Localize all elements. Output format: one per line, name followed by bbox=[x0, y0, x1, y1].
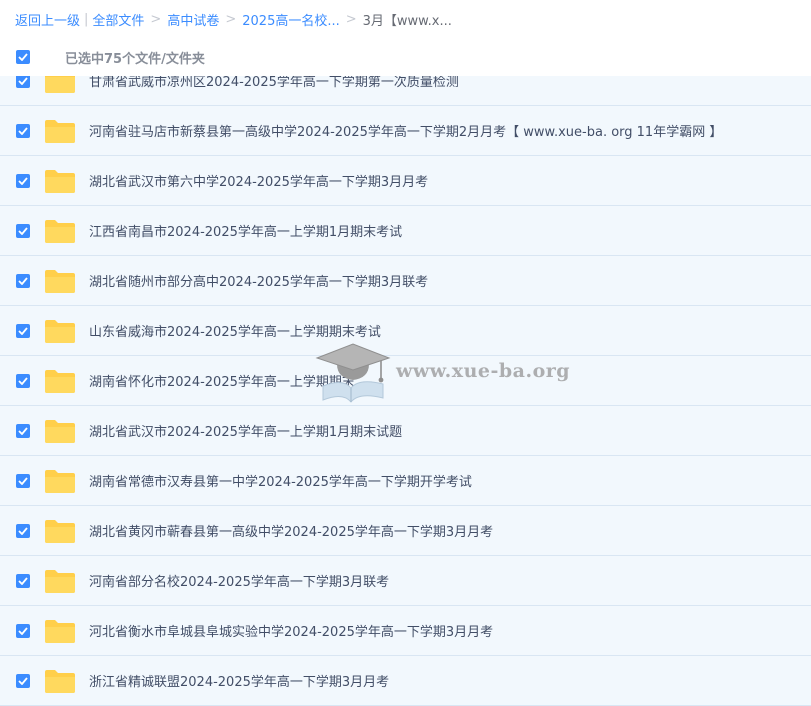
file-name[interactable]: 河北省衡水市阜城县阜城实验中学2024-2025学年高一下学期3月月考 bbox=[89, 621, 493, 640]
file-name[interactable]: 江西省南昌市2024-2025学年高一上学期1月期末考试 bbox=[89, 221, 402, 240]
checkbox-checked-icon bbox=[18, 476, 28, 485]
file-row[interactable]: 湖北省武汉市第六中学2024-2025学年高一下学期3月月考 bbox=[0, 156, 811, 206]
file-row[interactable]: 湖南省常德市汉寿县第一中学2024-2025学年高一下学期开学考试 bbox=[0, 456, 811, 506]
select-all-checkbox[interactable] bbox=[16, 50, 30, 64]
checkbox-checked-icon bbox=[18, 126, 28, 135]
folder-icon bbox=[45, 119, 75, 143]
breadcrumb-item-2025[interactable]: 2025高一名校... bbox=[242, 10, 339, 29]
file-name[interactable]: 湖南省怀化市2024-2025学年高一上学期期末 bbox=[89, 371, 355, 390]
all-files-link[interactable]: 全部文件 bbox=[92, 10, 144, 29]
breadcrumb-divider: | bbox=[84, 11, 89, 27]
file-name[interactable]: 湖北省武汉市2024-2025学年高一上学期1月期末试题 bbox=[89, 421, 402, 440]
file-checkbox[interactable] bbox=[16, 473, 30, 488]
file-checkbox[interactable] bbox=[16, 573, 30, 588]
checkbox-checked-icon bbox=[18, 76, 28, 85]
folder-icon bbox=[45, 619, 75, 643]
breadcrumb: 返回上一级 | 全部文件 > 高中试卷 > 2025高一名校... > 3月【w… bbox=[0, 0, 811, 38]
file-name[interactable]: 湖北省随州市部分高中2024-2025学年高一下学期3月联考 bbox=[89, 271, 428, 290]
selection-count: 已选中75个文件/文件夹 bbox=[65, 51, 205, 67]
file-name[interactable]: 浙江省精诚联盟2024-2025学年高一下学期3月月考 bbox=[89, 671, 389, 690]
file-checkbox[interactable] bbox=[16, 373, 30, 388]
chevron-right-icon: > bbox=[345, 11, 357, 27]
checkbox-checked-icon bbox=[18, 576, 28, 585]
folder-icon bbox=[45, 219, 75, 243]
folder-icon bbox=[45, 519, 75, 543]
file-row[interactable]: 浙江省精诚联盟2024-2025学年高一下学期3月月考 bbox=[0, 656, 811, 706]
file-name[interactable]: 湖南省常德市汉寿县第一中学2024-2025学年高一下学期开学考试 bbox=[89, 471, 472, 490]
chevron-right-icon: > bbox=[150, 11, 162, 27]
checkbox-checked-icon bbox=[18, 326, 28, 335]
file-row[interactable]: 湖南省怀化市2024-2025学年高一上学期期末 bbox=[0, 356, 811, 406]
file-row[interactable]: 甘肃省武威市凉州区2024-2025学年高一下学期第一次质量检测 bbox=[0, 76, 811, 106]
file-name[interactable]: 湖北省武汉市第六中学2024-2025学年高一下学期3月月考 bbox=[89, 171, 428, 190]
folder-icon bbox=[45, 419, 75, 443]
file-name[interactable]: 河南省驻马店市新蔡县第一高级中学2024-2025学年高一下学期2月月考【 ww… bbox=[89, 121, 722, 140]
folder-icon bbox=[45, 319, 75, 343]
breadcrumb-item-high-school[interactable]: 高中试卷 bbox=[167, 10, 219, 29]
file-row[interactable]: 河北省衡水市阜城县阜城实验中学2024-2025学年高一下学期3月月考 bbox=[0, 606, 811, 656]
file-name[interactable]: 甘肃省武威市凉州区2024-2025学年高一下学期第一次质量检测 bbox=[89, 76, 459, 90]
folder-icon bbox=[45, 269, 75, 293]
file-checkbox[interactable] bbox=[16, 673, 30, 688]
checkbox-checked-icon bbox=[18, 53, 28, 61]
checkbox-checked-icon bbox=[18, 426, 28, 435]
file-checkbox[interactable] bbox=[16, 173, 30, 188]
folder-icon bbox=[45, 169, 75, 193]
folder-icon bbox=[45, 76, 75, 93]
checkbox-checked-icon bbox=[18, 276, 28, 285]
checkbox-checked-icon bbox=[18, 626, 28, 635]
file-name[interactable]: 湖北省黄冈市蕲春县第一高级中学2024-2025学年高一下学期3月月考 bbox=[89, 521, 493, 540]
folder-icon bbox=[45, 369, 75, 393]
back-link[interactable]: 返回上一级 bbox=[15, 10, 80, 29]
file-row[interactable]: 河南省驻马店市新蔡县第一高级中学2024-2025学年高一下学期2月月考【 ww… bbox=[0, 106, 811, 156]
file-row[interactable]: 河南省部分名校2024-2025学年高一下学期3月联考 bbox=[0, 556, 811, 606]
file-checkbox[interactable] bbox=[16, 623, 30, 638]
checkbox-checked-icon bbox=[18, 226, 28, 235]
file-row[interactable]: 湖北省武汉市2024-2025学年高一上学期1月期末试题 bbox=[0, 406, 811, 456]
folder-icon bbox=[45, 469, 75, 493]
folder-icon bbox=[45, 669, 75, 693]
file-checkbox[interactable] bbox=[16, 273, 30, 288]
file-checkbox[interactable] bbox=[16, 123, 30, 138]
file-row[interactable]: 湖北省黄冈市蕲春县第一高级中学2024-2025学年高一下学期3月月考 bbox=[0, 506, 811, 556]
checkbox-checked-icon bbox=[18, 676, 28, 685]
breadcrumb-current: 3月【www.x... bbox=[362, 13, 452, 29]
checkbox-checked-icon bbox=[18, 526, 28, 535]
checkbox-checked-icon bbox=[18, 176, 28, 185]
file-name[interactable]: 河南省部分名校2024-2025学年高一下学期3月联考 bbox=[89, 571, 389, 590]
file-checkbox[interactable] bbox=[16, 323, 30, 338]
folder-icon bbox=[45, 569, 75, 593]
file-checkbox[interactable] bbox=[16, 223, 30, 238]
file-checkbox[interactable] bbox=[16, 76, 30, 88]
file-row[interactable]: 江西省南昌市2024-2025学年高一上学期1月期末考试 bbox=[0, 206, 811, 256]
selection-bar: 已选中75个文件/文件夹 bbox=[0, 38, 811, 76]
file-list[interactable]: 甘肃省武威市凉州区2024-2025学年高一下学期第一次质量检测河南省驻马店市新… bbox=[0, 76, 811, 706]
chevron-right-icon: > bbox=[225, 11, 237, 27]
file-row[interactable]: 山东省威海市2024-2025学年高一上学期期末考试 bbox=[0, 306, 811, 356]
file-checkbox[interactable] bbox=[16, 523, 30, 538]
file-row[interactable]: 湖北省随州市部分高中2024-2025学年高一下学期3月联考 bbox=[0, 256, 811, 306]
file-checkbox[interactable] bbox=[16, 423, 30, 438]
checkbox-checked-icon bbox=[18, 376, 28, 385]
file-name[interactable]: 山东省威海市2024-2025学年高一上学期期末考试 bbox=[89, 321, 381, 340]
